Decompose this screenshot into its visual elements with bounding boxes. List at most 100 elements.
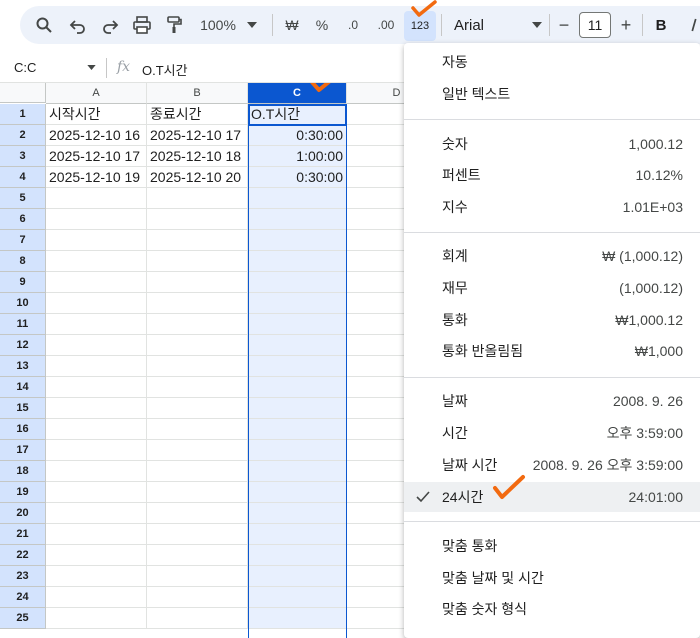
cell[interactable] <box>248 566 347 587</box>
row-header[interactable]: 24 <box>0 587 46 608</box>
cell[interactable] <box>147 608 248 629</box>
menu-item-time[interactable]: 시간 오후 3:59:00 <box>404 418 700 448</box>
cell[interactable] <box>147 377 248 398</box>
cell[interactable] <box>248 230 347 251</box>
cell[interactable] <box>248 482 347 503</box>
formula-input[interactable]: O.T시간 <box>142 60 188 79</box>
cell[interactable] <box>46 419 147 440</box>
row-header[interactable]: 5 <box>0 188 46 209</box>
cell[interactable] <box>46 482 147 503</box>
cell[interactable]: 종료시간 <box>147 104 248 125</box>
cell[interactable] <box>248 440 347 461</box>
row-header[interactable]: 25 <box>0 608 46 629</box>
menu-item-date[interactable]: 날짜 2008. 9. 26 <box>404 386 700 416</box>
row-header[interactable]: 9 <box>0 272 46 293</box>
cell[interactable] <box>248 608 347 629</box>
row-header[interactable]: 2 <box>0 125 46 146</box>
cell[interactable] <box>147 356 248 377</box>
cell[interactable] <box>46 209 147 230</box>
cell[interactable]: O.T시간 <box>248 104 347 125</box>
menu-item-automatic[interactable]: 자동 <box>404 47 700 77</box>
row-header[interactable]: 15 <box>0 398 46 419</box>
row-header[interactable]: 10 <box>0 293 46 314</box>
cell[interactable]: 2025-12-10 18 <box>147 146 248 167</box>
decrease-decimal-button[interactable]: .0 <box>341 13 365 37</box>
cell[interactable] <box>147 335 248 356</box>
cell[interactable] <box>46 524 147 545</box>
cell[interactable] <box>46 188 147 209</box>
cell[interactable] <box>248 356 347 377</box>
cell[interactable] <box>46 566 147 587</box>
cell[interactable]: 2025-12-10 17 <box>46 146 147 167</box>
cell[interactable] <box>147 419 248 440</box>
menu-item-accounting[interactable]: 회계 ₩ (1,000.12) <box>404 241 700 271</box>
cell[interactable] <box>46 293 147 314</box>
cell[interactable]: 2025-12-10 19 <box>46 167 147 188</box>
cell[interactable] <box>147 209 248 230</box>
cell[interactable] <box>46 587 147 608</box>
row-header[interactable]: 23 <box>0 566 46 587</box>
row-header[interactable]: 13 <box>0 356 46 377</box>
menu-item-custom-currency[interactable]: 맞춤 통화 <box>404 531 700 561</box>
percent-format-button[interactable]: % <box>312 13 332 37</box>
menu-item-custom-date-time[interactable]: 맞춤 날짜 및 시간 <box>404 563 700 593</box>
row-header[interactable]: 21 <box>0 524 46 545</box>
menu-item-duration[interactable]: 24시간 24:01:00 <box>404 482 700 512</box>
column-header-a[interactable]: A <box>46 83 147 104</box>
row-header[interactable]: 8 <box>0 251 46 272</box>
menu-item-number[interactable]: 숫자 1,000.12 <box>404 129 700 159</box>
cell[interactable] <box>147 461 248 482</box>
cell[interactable] <box>46 461 147 482</box>
cell[interactable]: 0:30:00 <box>248 167 347 188</box>
cell[interactable] <box>248 377 347 398</box>
zoom-dropdown-icon[interactable] <box>244 13 260 37</box>
row-header[interactable]: 19 <box>0 482 46 503</box>
cell[interactable] <box>147 524 248 545</box>
cell[interactable] <box>248 293 347 314</box>
cell[interactable] <box>248 314 347 335</box>
row-header[interactable]: 14 <box>0 377 46 398</box>
cell[interactable] <box>147 398 248 419</box>
cell[interactable] <box>147 545 248 566</box>
search-menus-icon[interactable] <box>32 13 56 37</box>
cell[interactable] <box>248 587 347 608</box>
row-header[interactable]: 20 <box>0 503 46 524</box>
row-header[interactable]: 6 <box>0 209 46 230</box>
menu-item-custom-number-format[interactable]: 맞춤 숫자 형식 <box>404 594 700 624</box>
menu-item-financial[interactable]: 재무 (1,000.12) <box>404 273 700 303</box>
cell[interactable] <box>248 251 347 272</box>
cell[interactable] <box>46 230 147 251</box>
cell[interactable] <box>147 587 248 608</box>
cell[interactable] <box>147 230 248 251</box>
decrease-font-size-button[interactable]: − <box>556 13 572 37</box>
cell[interactable] <box>46 398 147 419</box>
cell[interactable]: 시작시간 <box>46 104 147 125</box>
cell[interactable] <box>248 503 347 524</box>
paint-format-icon[interactable] <box>162 13 186 37</box>
currency-format-button[interactable]: ₩ <box>282 13 302 37</box>
cell[interactable] <box>248 209 347 230</box>
menu-item-currency-rounded[interactable]: 통화 반올림됨 ₩1,000 <box>404 336 700 366</box>
row-header[interactable]: 12 <box>0 335 46 356</box>
cell[interactable] <box>46 356 147 377</box>
row-header[interactable]: 7 <box>0 230 46 251</box>
cell[interactable] <box>147 566 248 587</box>
cell[interactable] <box>248 398 347 419</box>
cell[interactable]: 2025-12-10 20 <box>147 167 248 188</box>
cell[interactable] <box>46 251 147 272</box>
row-header[interactable]: 18 <box>0 461 46 482</box>
cell[interactable] <box>46 314 147 335</box>
cell[interactable] <box>248 524 347 545</box>
font-select[interactable]: Arial <box>446 13 542 37</box>
menu-item-currency[interactable]: 통화 ₩1,000.12 <box>404 305 700 335</box>
cell[interactable] <box>147 272 248 293</box>
menu-item-plain-text[interactable]: 일반 텍스트 <box>404 79 700 109</box>
cell[interactable]: 2025-12-10 16 <box>46 125 147 146</box>
zoom-select[interactable]: 100% <box>194 13 242 37</box>
column-header-b[interactable]: B <box>147 83 248 104</box>
menu-item-scientific[interactable]: 지수 1.01E+03 <box>404 192 700 222</box>
menu-item-date-time[interactable]: 날짜 시간 2008. 9. 26 오후 3:59:00 <box>404 450 700 480</box>
increase-decimal-button[interactable]: .00 <box>373 13 399 37</box>
cell[interactable] <box>46 335 147 356</box>
cell[interactable] <box>147 293 248 314</box>
